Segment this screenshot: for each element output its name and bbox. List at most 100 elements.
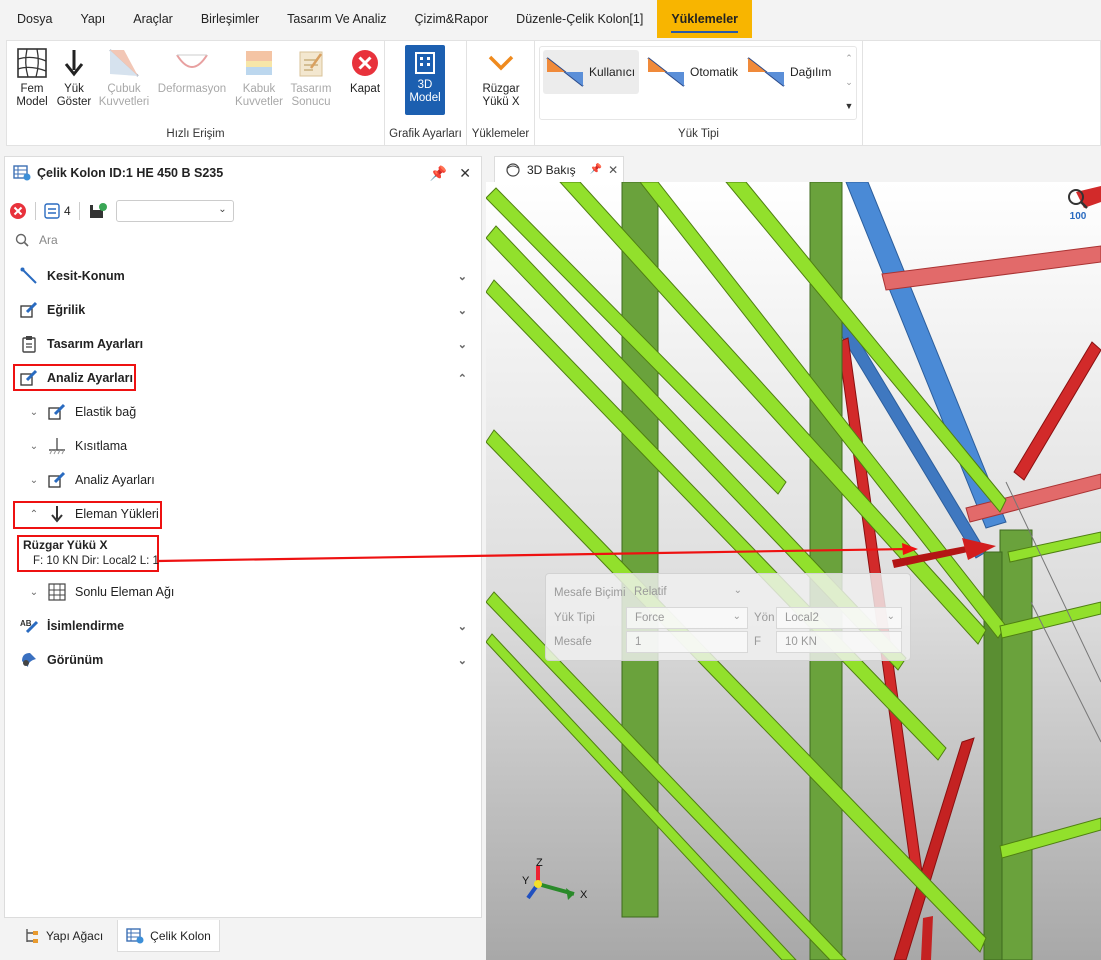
menu-yapi[interactable]: Yapı — [66, 0, 119, 38]
yon-value: Local2 — [785, 612, 819, 624]
edit-icon — [19, 300, 39, 320]
list-count-control[interactable]: 4 — [44, 203, 71, 219]
load-diagram-icon — [546, 57, 584, 87]
zoom-level: 100 — [1069, 211, 1087, 222]
gallery-item-kullanici[interactable]: Kullanıcı — [543, 50, 639, 94]
pin-icon[interactable]: 📌 — [430, 165, 447, 182]
tab-yapi-agaci[interactable]: Yapı Ağacı — [16, 920, 111, 952]
load-diagram-icon — [747, 57, 785, 87]
clipboard-icon — [19, 334, 39, 354]
menu-tasarim-analiz[interactable]: Tasarım Ve Analiz — [273, 0, 400, 38]
subitem-label: Kısıtlama — [75, 439, 128, 453]
tab-celik-kolon[interactable]: Çelik Kolon — [117, 920, 220, 952]
structure-render[interactable]: Z Y X — [486, 182, 1101, 960]
chevron-down-icon: ⌄ — [29, 440, 39, 452]
list-icon — [44, 203, 60, 219]
pin-icon[interactable]: 📌 — [590, 164, 602, 175]
load-entry-title[interactable]: Rüzgar Yükü X — [23, 538, 107, 552]
mesafe-bicimi-select[interactable]: Relatif ⌄ — [626, 582, 748, 604]
mesafe-label: Mesafe — [554, 636, 592, 648]
section-label: Görünüm — [47, 653, 104, 667]
chevron-down-icon — [483, 45, 519, 81]
gallery-scroll-up-icon[interactable]: ⌃ — [844, 53, 854, 64]
mesafe-value: 1 — [635, 636, 642, 648]
search-placeholder: Ara — [39, 233, 58, 247]
tasarim-sonucu-button[interactable]: Tasarım Sonucu — [286, 45, 336, 109]
ruzgar-yuku-x-button[interactable]: Rüzgar Yükü X — [476, 45, 526, 109]
tab-label: Çelik Kolon — [150, 928, 211, 943]
zoom-control[interactable]: 100 — [1060, 188, 1096, 222]
tab-3d-bakis[interactable]: 3D Bakış 📌 ✕ — [494, 156, 624, 182]
mesafe-bicimi-label: Mesafe Biçimi — [554, 587, 626, 599]
tasarim-sonucu-label: Tasarım Sonucu — [290, 83, 332, 108]
naming-icon: AB — [19, 616, 39, 636]
search-box[interactable]: Ara — [15, 233, 58, 247]
section-tasarim-ayarlari[interactable]: Tasarım Ayarları ⌄ — [5, 329, 481, 359]
menu-bar: Dosya Yapı Araçlar Birleşimler Tasarım V… — [0, 0, 1101, 38]
menu-araclar[interactable]: Araçlar — [119, 0, 187, 38]
axis-x-label: X — [580, 889, 588, 901]
shell-forces-icon — [241, 45, 277, 81]
yuk-tipi-select[interactable]: Force ⌄ — [626, 607, 748, 629]
column-settings-icon — [13, 165, 31, 181]
close-icon[interactable]: ✕ — [608, 163, 618, 177]
chevron-down-icon: ⌄ — [457, 270, 467, 283]
fem-model-label: Fem Model — [16, 83, 48, 108]
highlight-eleman-yukleri — [13, 501, 162, 529]
grafik-ayarlari-label: Grafik Ayarları — [389, 128, 462, 140]
menu-duzenle-celik-kolon[interactable]: Düzenle-Çelik Kolon[1] — [502, 0, 657, 38]
subitem-kisitlama[interactable]: ⌄ Kısıtlama — [5, 431, 481, 461]
cubuk-kuvvetleri-button[interactable]: Çubuk Kuvvetleri — [99, 45, 149, 109]
delete-icon[interactable] — [9, 202, 27, 220]
section-egrilik[interactable]: Eğrilik ⌄ — [5, 295, 481, 325]
gallery-scroll-down-icon[interactable]: ⌄ — [844, 77, 854, 88]
chevron-down-icon: ⌄ — [457, 304, 467, 317]
subitem-sonlu-eleman-agi[interactable]: ⌄ Sonlu Eleman Ağı — [5, 577, 481, 607]
subitem-label: Sonlu Eleman Ağı — [75, 585, 175, 599]
save-settings-icon[interactable] — [88, 202, 108, 220]
load-properties-overlay: Mesafe Biçimi Relatif ⌄ Yük Tipi Force ⌄… — [545, 573, 911, 661]
chevron-down-icon: ⌄ — [733, 585, 742, 596]
yuk-goster-button[interactable]: Yük Göster — [49, 45, 99, 109]
f-value: 10 KN — [785, 636, 817, 648]
section-kesit-konum[interactable]: Kesit-Konum ⌄ — [5, 261, 481, 291]
kapat-button[interactable]: Kapat — [340, 45, 390, 96]
gallery-item-label: Dağılım — [790, 65, 832, 79]
chevron-up-icon: ⌃ — [457, 372, 467, 385]
gallery-item-label: Otomatik — [690, 65, 739, 79]
section-gorunum[interactable]: Görünüm ⌄ — [5, 645, 481, 675]
yuk-tipi-field-label: Yük Tipi — [554, 612, 595, 624]
tab-label: Yapı Ağacı — [46, 929, 104, 943]
gallery-item-dagilim[interactable]: Dağılım — [744, 50, 840, 94]
toolbar-divider — [78, 202, 80, 220]
deformasyon-button[interactable]: Deformasyon — [157, 45, 227, 96]
subitem-analiz-ayarlari[interactable]: ⌄ Analiz Ayarları — [5, 465, 481, 495]
edit-icon — [47, 470, 67, 490]
yuklemeler-label: Yüklemeler — [471, 128, 530, 140]
close-circle-icon — [347, 45, 383, 81]
search-icon — [15, 233, 29, 247]
menu-birlesimler[interactable]: Birleşimler — [187, 0, 273, 38]
gallery-item-label: Kullanıcı — [589, 65, 636, 79]
kabuk-kuvvetler-button[interactable]: Kabuk Kuvvetler — [234, 45, 284, 109]
preset-dropdown[interactable]: ⌄ — [115, 200, 234, 222]
deformasyon-label: Deformasyon — [157, 83, 227, 95]
menu-dosya[interactable]: Dosya — [0, 0, 66, 38]
f-input[interactable]: 10 KN — [776, 631, 902, 653]
ribbon: Fem Model Yük Göster Çubuk Kuvvetleri De… — [6, 40, 1101, 146]
section-label: Kesit-Konum — [47, 269, 125, 283]
menu-cizim-rapor[interactable]: Çizim&Rapor — [401, 0, 503, 38]
yon-select[interactable]: Local2 ⌄ — [776, 607, 902, 629]
mesafe-input[interactable]: 1 — [626, 631, 748, 653]
subitem-elastik-bag[interactable]: ⌄ Elastik bağ — [5, 397, 481, 427]
3d-model-button[interactable]: 3D Model — [400, 45, 450, 115]
menu-yuklemeler[interactable]: Yüklemeler — [657, 0, 753, 38]
3d-viewport[interactable]: Z Y X — [486, 182, 1101, 960]
chevron-down-icon: ⌄ — [29, 406, 39, 418]
panel-bottom-tabs: Yapı Ağacı Çelik Kolon — [4, 918, 482, 954]
tree-icon — [26, 929, 38, 943]
close-icon[interactable]: ✕ — [459, 165, 471, 182]
gallery-expand-icon[interactable]: ▼ — [844, 101, 854, 111]
gallery-item-otomatik[interactable]: Otomatik — [644, 50, 740, 94]
section-isimlendirme[interactable]: AB İsimlendirme ⌄ — [5, 611, 481, 641]
